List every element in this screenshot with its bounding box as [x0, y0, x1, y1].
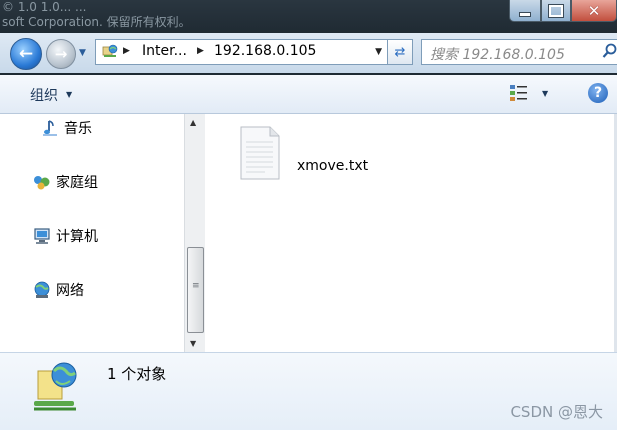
refresh-icon: ⇄ [394, 44, 406, 60]
background-text-line1: © 1.0 1.0... ... [2, 0, 87, 14]
sidebar-item-label: 计算机 [56, 229, 98, 245]
sidebar-item-computer[interactable]: 计算机 [32, 226, 98, 246]
address-dropdown-icon[interactable]: ▼ [375, 47, 382, 57]
close-button[interactable]: ✕ [571, 0, 617, 22]
sidebar-item-network[interactable]: 网络 [32, 280, 84, 300]
search-placeholder: 搜索 192.168.0.105 [430, 47, 565, 63]
scroll-up-icon[interactable]: ▲ [190, 118, 196, 127]
address-bar[interactable]: ▶ Inter... ▶ 192.168.0.105 ▼ [95, 39, 388, 65]
back-arrow-icon: ← [18, 44, 34, 64]
breadcrumb-segment[interactable]: Inter... [142, 43, 187, 59]
search-icon[interactable] [602, 43, 617, 59]
search-input[interactable]: 搜索 192.168.0.105 [421, 39, 617, 65]
window-caption-buttons: ✕ [509, 0, 617, 22]
recent-pages-dropdown[interactable]: ▼ [79, 48, 86, 58]
text-file-icon [240, 126, 280, 180]
sidebar-item-music[interactable]: 音乐 [40, 118, 92, 138]
change-view-icon[interactable] [509, 84, 529, 102]
minimize-button[interactable] [509, 0, 541, 22]
watermark-text: CSDN @恩大 [510, 403, 603, 421]
breadcrumb-segment[interactable]: 192.168.0.105 [214, 43, 316, 59]
view-options-dropdown-icon[interactable]: ▼ [542, 89, 548, 98]
network-location-icon [102, 44, 118, 57]
background-text: © 1.0 1.0... ... soft Corporation. 保留所有权… [2, 0, 191, 30]
command-bar: 组织 ▼ ▼ ? [0, 75, 617, 114]
navigation-scrollbar[interactable]: ▲ ≡ ▼ [184, 114, 205, 352]
details-pane: 1 个对象 CSDN @恩大 [0, 352, 617, 430]
sidebar-item-homegroup[interactable]: 家庭组 [32, 172, 98, 192]
close-icon: ✕ [587, 1, 601, 20]
breadcrumb-separator-icon[interactable]: ▶ [197, 46, 204, 56]
scroll-thumb[interactable]: ≡ [187, 247, 204, 333]
homegroup-icon [32, 172, 52, 192]
breadcrumb-separator-icon[interactable]: ▶ [123, 46, 130, 56]
forward-button[interactable]: → [46, 39, 76, 69]
minimize-icon [519, 12, 531, 17]
network-icon [32, 280, 52, 300]
refresh-button[interactable]: ⇄ [387, 39, 413, 65]
chevron-down-icon[interactable]: ▼ [66, 90, 72, 99]
music-icon [40, 118, 60, 138]
computer-icon [32, 226, 52, 246]
file-item[interactable]: xmove.txt [240, 126, 400, 186]
sidebar-item-label: 网络 [56, 283, 84, 299]
navigation-pane: 音乐 家庭组 计算机 网络 [0, 114, 185, 352]
item-count: 1 个对象 [107, 365, 167, 383]
forward-arrow-icon: → [54, 45, 68, 63]
sidebar-item-label: 音乐 [64, 121, 92, 137]
address-row: ← → ▼ ▶ Inter... ▶ 192.168.0.105 ▼ ⇄ 搜索 … [0, 33, 617, 73]
file-name: xmove.txt [297, 158, 369, 174]
help-icon[interactable]: ? [588, 83, 608, 103]
network-share-icon [34, 362, 77, 411]
background-text-line2: soft Corporation. 保留所有权利。 [2, 15, 191, 29]
back-button[interactable]: ← [10, 38, 42, 70]
scroll-grip-icon: ≡ [192, 281, 200, 291]
maximize-button[interactable] [541, 0, 571, 22]
scroll-down-icon[interactable]: ▼ [190, 339, 196, 348]
file-list-pane: xmove.txt [205, 114, 617, 352]
maximize-icon [548, 3, 564, 18]
sidebar-item-label: 家庭组 [56, 175, 98, 191]
organize-button[interactable]: 组织 [30, 85, 58, 105]
